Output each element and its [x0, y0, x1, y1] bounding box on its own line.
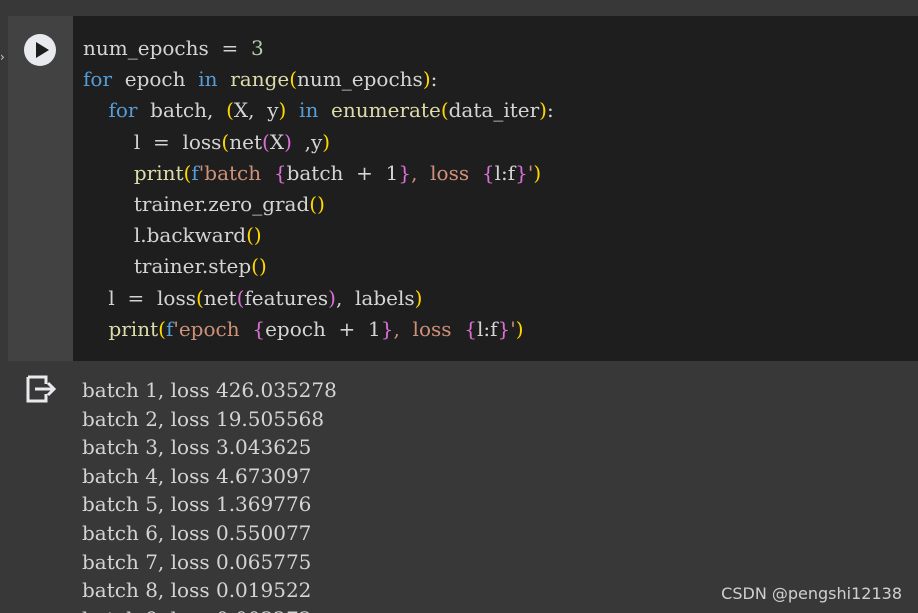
- watermark: CSDN @pengshi12138: [721, 584, 902, 603]
- code-token: features: [244, 285, 329, 310]
- code-token: ): [284, 129, 292, 154]
- code-token: {: [273, 160, 287, 185]
- code-token: :: [430, 67, 438, 92]
- code-token: print: [133, 160, 184, 185]
- code-token: f: [191, 160, 199, 185]
- code-token: ): [539, 98, 547, 123]
- play-icon: [36, 42, 49, 58]
- code-token: ): [422, 67, 431, 92]
- code-token: trainer.step: [83, 254, 252, 279]
- code-token: (): [246, 223, 262, 248]
- code-token: ): [322, 129, 331, 154]
- code-token: ): [414, 285, 423, 310]
- cell-collapse-chevron-icon[interactable]: ›: [0, 50, 6, 64]
- code-token: , loss: [393, 316, 465, 341]
- cell-output: batch 1, loss 426.035278 batch 2, loss 19…: [8, 361, 918, 613]
- output-line: batch 6, loss 0.550077: [82, 520, 312, 545]
- code-token: , labels: [335, 285, 415, 310]
- code-token: }: [380, 316, 394, 341]
- code-line: print(f'batch {batch + 1}, loss {l:f}'): [83, 158, 554, 189]
- code-token: 'batch: [198, 160, 274, 185]
- code-line: for batch, (X, y) in enumerate(data_iter…: [83, 95, 554, 126]
- code-token: net: [203, 285, 237, 310]
- code-token: ,y: [291, 129, 323, 154]
- code-line: l.backward(): [83, 220, 554, 251]
- code-token: batch + 1: [286, 160, 399, 185]
- cell-gutter: [8, 16, 73, 361]
- code-token: {: [252, 316, 266, 341]
- code-token: l:f: [494, 160, 516, 185]
- code-token: data_iter: [448, 98, 540, 123]
- code-token: epoch + 1: [265, 316, 381, 341]
- code-token: trainer.zero_grad: [83, 191, 310, 216]
- code-token: {: [464, 316, 477, 341]
- output-text: batch 1, loss 426.035278 batch 2, loss 19…: [82, 376, 337, 613]
- code-line: for epoch in range(num_epochs):: [83, 64, 554, 95]
- code-token: ): [328, 285, 336, 310]
- output-line: batch 5, loss 1.369776: [82, 492, 312, 517]
- code-token: (: [289, 67, 298, 92]
- code-line: trainer.step(): [83, 251, 554, 282]
- code-token: in: [198, 67, 218, 92]
- code-token: l:f: [476, 316, 498, 341]
- code-token: num_epochs =: [83, 36, 251, 60]
- code-token: (): [309, 191, 325, 216]
- code-token: (: [440, 98, 449, 123]
- code-token: 'epoch: [173, 316, 253, 341]
- code-token: (): [251, 254, 267, 279]
- code-token: , loss: [411, 160, 482, 185]
- code-token: l.backward: [83, 223, 247, 248]
- code-token: ): [515, 316, 524, 341]
- code-token: (: [262, 129, 270, 154]
- code-token: }: [398, 160, 412, 185]
- code-token: print: [108, 316, 159, 341]
- output-line: batch 7, loss 0.065775: [82, 549, 312, 574]
- output-line: batch 4, loss 4.673097: [82, 463, 312, 488]
- code-token: (: [226, 98, 234, 123]
- code-token: ): [533, 160, 542, 185]
- code-token: for: [83, 67, 113, 92]
- code-token: X, y: [233, 98, 279, 123]
- notebook-page: › num_epochs = 3 for epoch in range(num_e…: [0, 0, 918, 613]
- code-token: (: [158, 316, 166, 341]
- code-token: num_epochs: [297, 67, 423, 92]
- code-token: epoch: [112, 67, 199, 92]
- code-token: for: [108, 98, 138, 123]
- code-cell[interactable]: num_epochs = 3 for epoch in range(num_epo…: [8, 16, 918, 361]
- code-token: in: [299, 98, 319, 123]
- code-token: 3: [250, 36, 264, 60]
- code-token: l = loss: [83, 129, 222, 154]
- code-line: l = loss(net(X) ,y): [83, 127, 554, 158]
- code-token: (: [195, 285, 204, 310]
- code-token: }: [497, 316, 511, 341]
- code-line: num_epochs = 3: [83, 33, 554, 64]
- code-token: enumerate: [331, 98, 441, 123]
- output-exit-icon[interactable]: [24, 373, 58, 405]
- code-token: range: [230, 67, 290, 92]
- output-line: batch 8, loss 0.019522: [82, 578, 312, 603]
- code-token: net: [229, 129, 262, 154]
- code-line: trainer.zero_grad(): [83, 189, 554, 220]
- output-line: batch 9, loss 0.003273: [82, 605, 337, 613]
- code-token: :: [546, 98, 554, 123]
- run-cell-button[interactable]: [24, 34, 56, 66]
- output-line: batch 3, loss 3.043625: [82, 435, 312, 460]
- output-line: batch 2, loss 19.505568: [82, 406, 325, 431]
- code-token: }: [515, 160, 528, 185]
- code-token: batch,: [137, 98, 227, 123]
- code-token: l = loss: [83, 285, 196, 310]
- code-line: l = loss(net(features), labels): [83, 283, 554, 314]
- top-strip: [0, 0, 918, 16]
- code-token: {: [481, 160, 495, 185]
- output-line: batch 1, loss 426.035278: [82, 378, 337, 402]
- code-editor[interactable]: num_epochs = 3 for epoch in range(num_epo…: [83, 33, 554, 345]
- code-line: print(f'epoch {epoch + 1}, loss {l:f}'): [83, 314, 554, 345]
- code-token: X: [269, 129, 285, 154]
